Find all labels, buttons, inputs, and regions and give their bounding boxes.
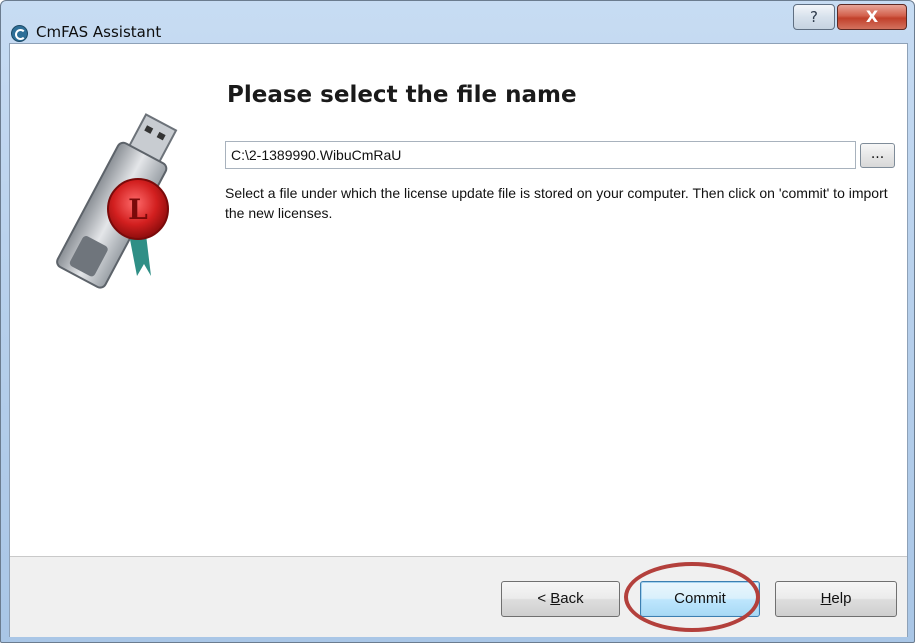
commit-button[interactable]: Commit	[640, 581, 760, 617]
usb-license-seal-icon: L	[56, 113, 178, 289]
browse-button[interactable]: ...	[860, 143, 895, 168]
window-title: CmFAS Assistant	[36, 23, 162, 41]
button-bar: < Back Commit Help	[10, 556, 907, 637]
help-rest: elp	[831, 590, 852, 607]
file-path-input[interactable]	[225, 141, 856, 169]
title-bar[interactable]: CmFAS Assistant ? X	[1, 1, 914, 43]
help-mnemonic: H	[820, 590, 832, 607]
svg-text:L: L	[128, 193, 148, 226]
app-icon	[11, 25, 28, 42]
dialog-client: L Please select the file name ... Select…	[9, 43, 908, 637]
back-prefix: <	[537, 590, 551, 607]
back-mnemonic: B	[550, 590, 561, 607]
help-button[interactable]: Help	[775, 581, 897, 617]
close-button[interactable]: X	[837, 4, 907, 30]
back-rest: ack	[560, 590, 584, 607]
instruction-text: Select a file under which the license up…	[225, 185, 888, 221]
back-button[interactable]: < Back	[501, 581, 620, 617]
assistant-window: CmFAS Assistant ? X L Please select the …	[0, 0, 915, 643]
page-title: Please select the file name	[227, 82, 577, 108]
context-help-button[interactable]: ?	[793, 4, 835, 30]
content-area: L Please select the file name ... Select…	[10, 44, 907, 556]
